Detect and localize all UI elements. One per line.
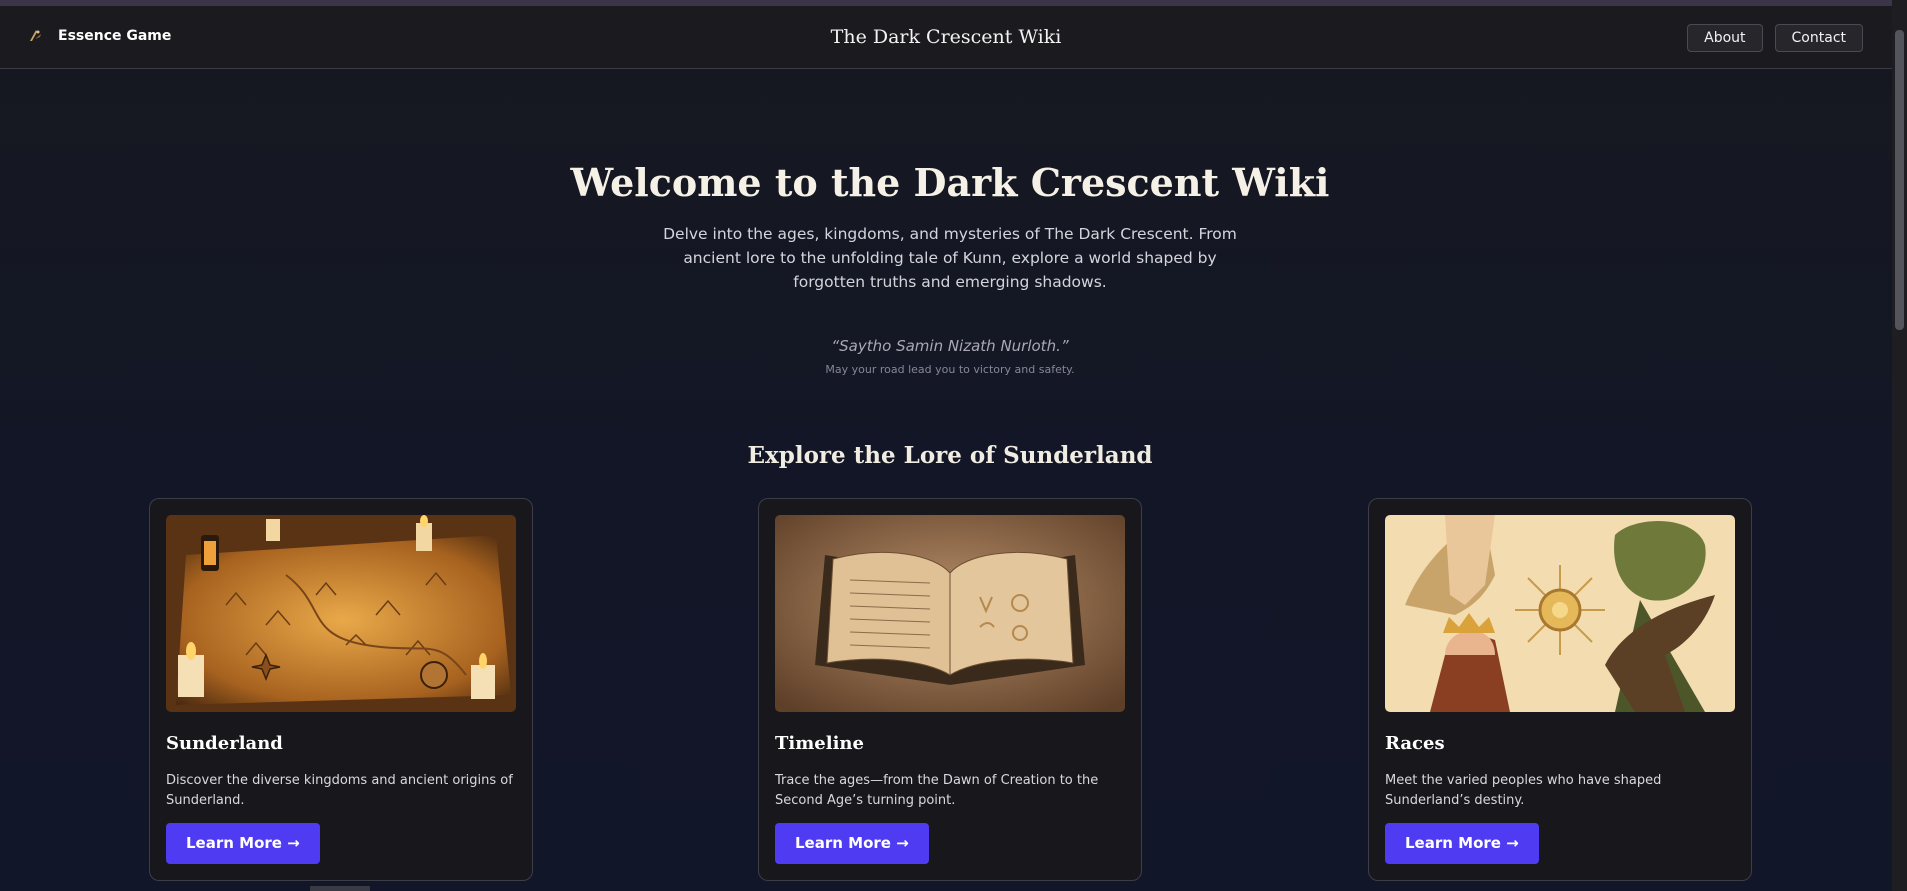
hero-title: Welcome to the Dark Crescent Wiki	[570, 160, 1330, 205]
page-scrollbar[interactable]	[1892, 0, 1907, 891]
learn-more-button[interactable]: Learn More →	[775, 823, 929, 864]
learn-more-button[interactable]: Learn More →	[166, 823, 320, 864]
brand-name: Essence Game	[58, 28, 172, 44]
crescent-logo-icon	[26, 26, 46, 46]
nav-buttons: About Contact	[1687, 24, 1863, 52]
scrollbar-thumb[interactable]	[1895, 30, 1904, 330]
open-book-illustration	[775, 515, 1125, 712]
contact-button[interactable]: Contact	[1774, 24, 1863, 52]
quote-translation: May your road lead you to victory and sa…	[825, 363, 1075, 376]
card-description: Discover the diverse kingdoms and ancien…	[166, 773, 513, 808]
hero-quote: “Saytho Samin Nizath Nurloth.”	[831, 337, 1069, 355]
hero-subtitle: Delve into the ages, kingdoms, and myste…	[663, 225, 1237, 291]
card-title: Sunderland	[166, 733, 283, 754]
card-description: Meet the varied peoples who have shaped …	[1385, 773, 1662, 808]
bottom-scroll-indicator	[310, 886, 370, 891]
section-title: Explore the Lore of Sunderland	[747, 442, 1153, 469]
races-illustration	[1385, 515, 1735, 712]
card-description: Trace the ages—from the Dawn of Creation…	[775, 773, 1099, 808]
map-illustration	[166, 515, 516, 712]
card-sunderland: Sunderland Discover the diverse kingdoms…	[149, 498, 533, 881]
card-title: Races	[1385, 733, 1445, 754]
brand[interactable]: Essence Game	[26, 26, 171, 46]
about-button[interactable]: About	[1687, 24, 1763, 52]
site-title[interactable]: The Dark Crescent Wiki	[831, 26, 1062, 48]
learn-more-button[interactable]: Learn More →	[1385, 823, 1539, 864]
navbar: Essence Game The Dark Crescent Wiki Abou…	[0, 6, 1892, 69]
main-content: Welcome to the Dark Crescent Wiki Delve …	[0, 70, 1892, 891]
card-races: Races Meet the varied peoples who have s…	[1368, 498, 1752, 881]
card-timeline: Timeline Trace the ages—from the Dawn of…	[758, 498, 1142, 881]
card-title: Timeline	[775, 733, 864, 754]
